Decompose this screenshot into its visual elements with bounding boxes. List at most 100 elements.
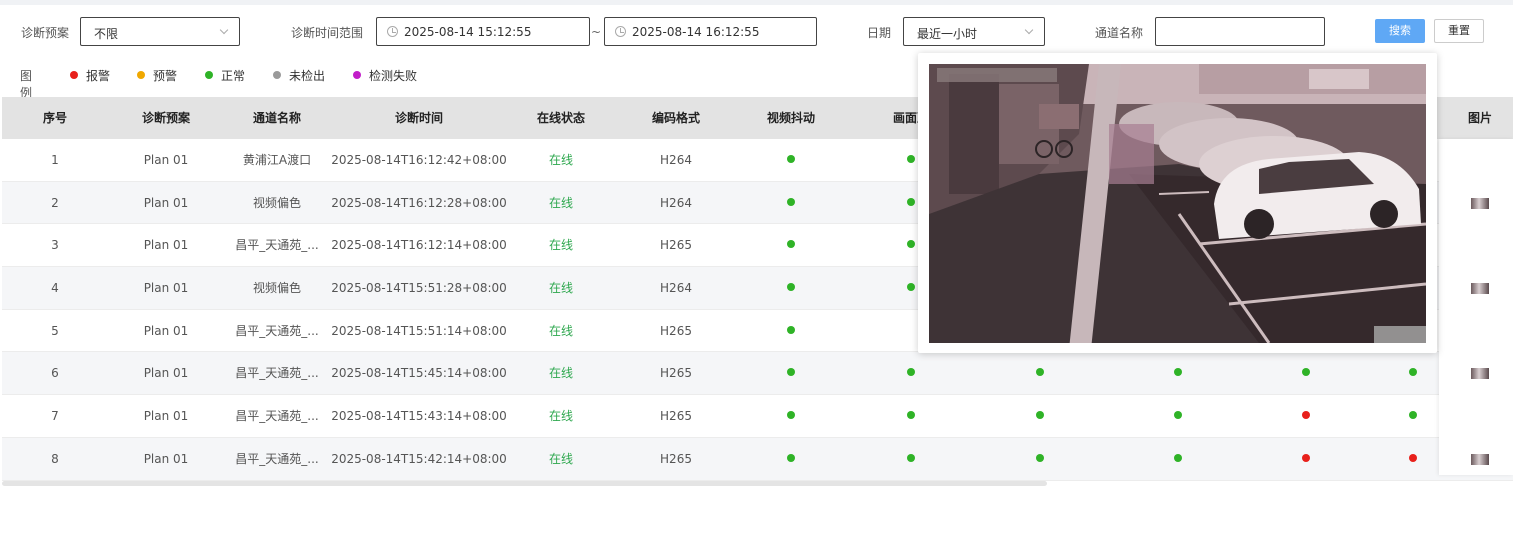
thumbnail-image[interactable]	[1471, 453, 1489, 465]
status-cell	[1254, 352, 1358, 394]
chevron-down-icon	[219, 25, 229, 35]
purple-dot-icon	[353, 71, 361, 79]
row-channel: 昌平_天通苑_...	[235, 366, 319, 381]
green-dot-icon	[1036, 411, 1044, 420]
channel-label: 通道名称	[1095, 26, 1144, 40]
status-cell	[1102, 395, 1254, 437]
green-dot-icon	[1409, 411, 1417, 420]
status-cell	[738, 438, 844, 480]
time-end-input[interactable]: 2025-08-14 16:12:55	[604, 17, 817, 46]
row-plan: Plan 01	[143, 451, 189, 466]
image-cell[interactable]	[1448, 139, 1512, 181]
column-header: 通道名称	[252, 111, 301, 125]
green-dot-icon	[1302, 368, 1310, 377]
green-dot-icon	[787, 155, 795, 163]
search-button[interactable]: 搜索	[1375, 19, 1425, 43]
row-codec: H264	[660, 153, 692, 167]
legend-item-failed: 检测失败	[353, 67, 417, 84]
status-cell	[738, 139, 844, 181]
row-status: 在线	[548, 153, 573, 167]
image-cell[interactable]	[1448, 224, 1512, 266]
red-dot-icon	[1302, 411, 1310, 420]
image-preview-popover	[918, 53, 1437, 353]
row-number: 2	[51, 195, 59, 210]
table-row[interactable]: 7 Plan 01 昌平_天通苑_... 2025-08-14T15:43:14+08…	[2, 395, 1513, 438]
status-cell	[1254, 438, 1358, 480]
row-time: 2025-08-14T16:12:42+08:00	[331, 153, 507, 167]
table-row[interactable]: 8 Plan 01 昌平_天通苑_... 2025-08-14T15:42:14+08…	[2, 437, 1513, 481]
image-cell[interactable]	[1448, 438, 1512, 480]
row-time: 2025-08-14T15:43:14+08:00	[331, 409, 507, 424]
row-channel: 视频偏色	[252, 281, 301, 296]
green-dot-icon	[787, 453, 795, 462]
green-dot-icon	[907, 368, 915, 377]
green-dot-icon	[1409, 368, 1417, 377]
status-cell	[844, 352, 978, 394]
thumbnail-image[interactable]	[1471, 283, 1489, 295]
green-dot-icon	[1174, 453, 1182, 462]
clock-icon	[615, 26, 626, 37]
time-range-label: 诊断时间范围	[291, 26, 364, 40]
column-header: 视频抖动	[766, 111, 815, 125]
green-dot-icon	[787, 283, 795, 292]
status-cell	[738, 224, 844, 266]
column-header: 序号	[42, 111, 67, 125]
green-dot-icon	[787, 197, 795, 206]
image-cell[interactable]	[1448, 352, 1512, 394]
row-codec: H265	[660, 323, 692, 338]
green-dot-icon	[1036, 368, 1044, 377]
time-separator: ~	[591, 25, 602, 39]
status-cell	[738, 267, 844, 309]
date-label: 日期	[867, 26, 892, 40]
row-status: 在线	[548, 195, 573, 210]
thumbnail-image[interactable]	[1471, 368, 1489, 380]
row-codec: H264	[660, 195, 692, 210]
row-channel: 昌平_天通苑_...	[235, 451, 319, 466]
channel-input[interactable]	[1155, 17, 1325, 46]
top-strip	[0, 0, 1513, 5]
green-dot-icon	[907, 411, 915, 420]
row-plan: Plan 01	[143, 409, 189, 424]
horizontal-scrollbar[interactable]	[2, 481, 1047, 486]
green-dot-icon	[787, 325, 795, 334]
row-time: 2025-08-14T15:45:14+08:00	[331, 366, 507, 381]
status-cell	[1254, 395, 1358, 437]
image-cell[interactable]	[1448, 395, 1512, 437]
green-dot-icon	[907, 283, 915, 292]
row-status: 在线	[548, 409, 573, 424]
green-dot-icon	[907, 240, 915, 249]
time-start-input[interactable]: 2025-08-14 15:12:55	[376, 17, 590, 46]
row-plan: Plan 01	[143, 153, 189, 167]
green-dot-icon	[1174, 411, 1182, 420]
status-cell	[738, 310, 844, 352]
status-cell	[1102, 438, 1254, 480]
table-row[interactable]: 6 Plan 01 昌平_天通苑_... 2025-08-14T15:45:14+08…	[2, 352, 1513, 396]
reset-button[interactable]: 重置	[1434, 19, 1484, 43]
yellow-dot-icon	[137, 71, 145, 79]
plan-select[interactable]: 不限	[80, 17, 240, 46]
row-status: 在线	[548, 238, 573, 253]
column-header: 图片	[1467, 111, 1492, 125]
row-status: 在线	[548, 451, 573, 466]
row-number: 3	[51, 238, 59, 253]
status-cell	[738, 395, 844, 437]
row-codec: H265	[660, 409, 692, 424]
image-cell[interactable]	[1448, 182, 1512, 224]
column-header: 诊断时间	[394, 111, 443, 125]
plan-label: 诊断预案	[21, 26, 70, 40]
legend-item-undetected: 未检出	[273, 67, 325, 84]
row-channel: 黄浦江A渡口	[242, 153, 312, 167]
filter-bar: 诊断预案 不限 诊断时间范围 2025-08-14 15:12:55 ~ 202…	[0, 17, 1513, 47]
row-channel: 昌平_天通苑_...	[235, 323, 319, 338]
image-cell[interactable]	[1448, 310, 1512, 352]
image-cell[interactable]	[1448, 267, 1512, 309]
legend-title: 图例	[20, 69, 33, 100]
row-codec: H265	[660, 451, 692, 466]
status-cell	[844, 395, 978, 437]
time-end-value: 2025-08-14 16:12:55	[632, 25, 760, 39]
thumbnail-image[interactable]	[1471, 197, 1489, 209]
row-channel: 视频偏色	[252, 195, 301, 210]
legend-item-normal: 正常	[205, 67, 245, 84]
green-dot-icon	[907, 197, 915, 206]
date-select[interactable]: 最近一小时	[903, 17, 1045, 46]
